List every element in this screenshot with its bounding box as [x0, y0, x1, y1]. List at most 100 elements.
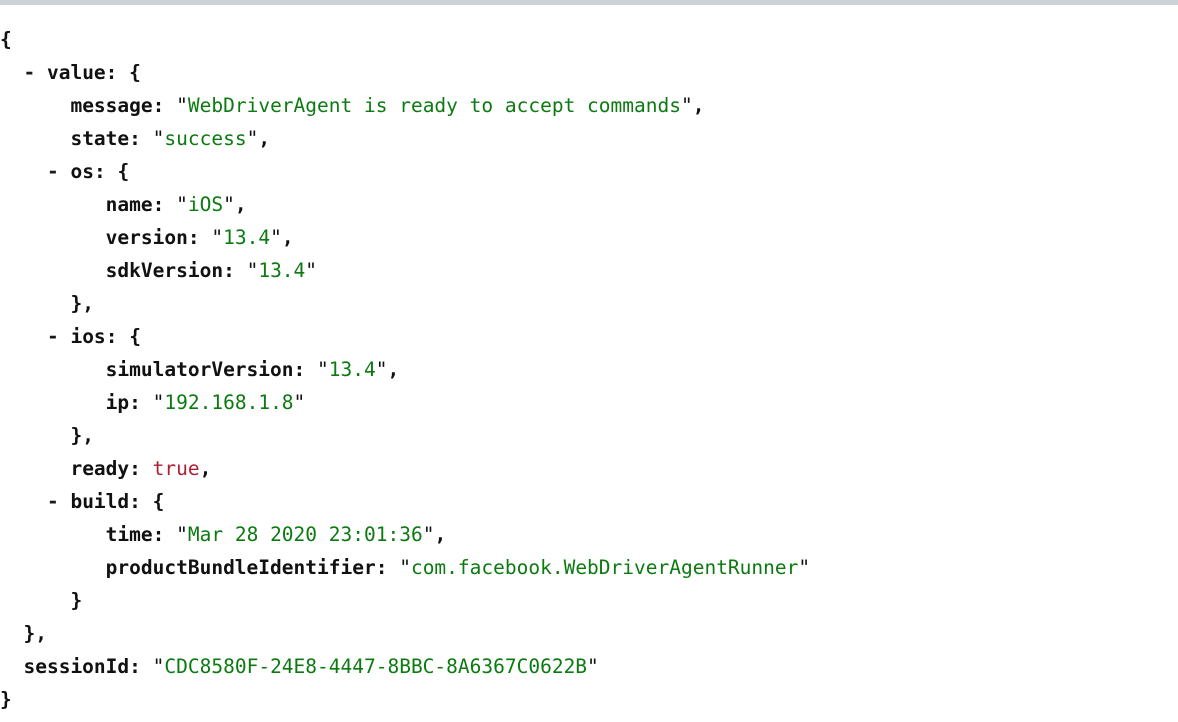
- json-brace-close: },: [70, 292, 94, 315]
- json-colon: :: [129, 391, 141, 414]
- json-response-viewer: { - value: { message: "WebDriverAgent is…: [0, 5, 1178, 716]
- json-line: },: [0, 617, 1178, 650]
- json-string-value: success: [164, 127, 247, 150]
- json-line: simulatorVersion: "13.4",: [0, 353, 1178, 386]
- json-colon: :: [223, 259, 235, 282]
- json-colon: :: [187, 226, 200, 249]
- string-quote-close: ": [305, 259, 318, 282]
- json-line: ip: "192.168.1.8": [0, 386, 1178, 419]
- json-colon: :: [129, 457, 141, 480]
- json-comma: ,: [258, 127, 271, 150]
- json-string-value: iOS: [187, 193, 224, 216]
- json-line: sdkVersion: "13.4": [0, 254, 1178, 287]
- string-quote-close: ": [422, 523, 435, 546]
- json-line: },: [0, 287, 1178, 320]
- json-string-value: WebDriverAgent is ready to accept comman…: [187, 94, 681, 117]
- json-key: simulatorVersion: [105, 358, 294, 381]
- json-brace-close: },: [23, 622, 47, 645]
- json-colon: :: [152, 523, 165, 546]
- json-line: productBundleIdentifier: "com.facebook.W…: [0, 551, 1178, 584]
- string-quote-close: ": [270, 226, 282, 249]
- string-quote-close: ": [798, 556, 811, 579]
- json-string-value: 13.4: [258, 259, 306, 282]
- json-string-value: com.facebook.WebDriverAgentRunner: [410, 556, 799, 579]
- json-colon: :: [129, 490, 141, 513]
- json-colon: :: [105, 325, 118, 348]
- string-quote-open: ": [152, 391, 165, 414]
- json-brace-open: {: [129, 325, 141, 348]
- tree-collapse-toggle[interactable]: -: [23, 56, 35, 89]
- json-comma: ,: [434, 523, 447, 546]
- json-line: version: "13.4",: [0, 221, 1178, 254]
- string-quote-open: ": [176, 193, 188, 216]
- string-quote-open: ": [399, 556, 411, 579]
- json-string-value: 13.4: [328, 358, 376, 381]
- json-comma: ,: [387, 358, 400, 381]
- json-colon: :: [129, 127, 141, 150]
- json-colon: :: [152, 193, 165, 216]
- json-boolean-value: true: [152, 457, 200, 480]
- json-comma: ,: [692, 94, 705, 117]
- json-line: {: [0, 23, 1178, 56]
- json-line: message: "WebDriverAgent is ready to acc…: [0, 89, 1178, 122]
- json-key: message: [70, 94, 153, 117]
- json-brace-open: {: [117, 160, 130, 183]
- json-colon: :: [152, 94, 165, 117]
- json-key: time: [105, 523, 153, 546]
- json-key: productBundleIdentifier: [105, 556, 376, 579]
- string-quote-open: ": [317, 358, 329, 381]
- json-colon: :: [375, 556, 388, 579]
- json-colon: :: [293, 358, 306, 381]
- json-line: }: [0, 683, 1178, 716]
- string-quote-close: ": [246, 127, 259, 150]
- json-key: name: [105, 193, 153, 216]
- string-quote-open: ": [246, 259, 259, 282]
- json-line: name: "iOS",: [0, 188, 1178, 221]
- string-quote-open: ": [176, 94, 188, 117]
- json-key: value: [46, 61, 106, 84]
- json-string-value: Mar 28 2020 23:01:36: [187, 523, 423, 546]
- json-line: state: "success",: [0, 122, 1178, 155]
- json-brace-open: {: [129, 61, 141, 84]
- json-line: }: [0, 584, 1178, 617]
- json-line: - os: {: [0, 155, 1178, 188]
- json-brace-open: {: [152, 490, 165, 513]
- string-quote-close: ": [587, 655, 599, 678]
- json-key: build: [70, 490, 130, 513]
- json-key: state: [70, 127, 130, 150]
- tree-collapse-toggle[interactable]: -: [47, 485, 59, 518]
- json-line: - value: {: [0, 56, 1178, 89]
- json-comma: ,: [281, 226, 294, 249]
- tree-collapse-toggle[interactable]: -: [47, 320, 59, 353]
- string-quote-close: ": [680, 94, 693, 117]
- json-string-value: CDC8580F-24E8-4447-8BBC-8A6367C0622B: [164, 655, 588, 678]
- string-quote-close: ": [223, 193, 235, 216]
- tree-collapse-toggle[interactable]: -: [47, 155, 59, 188]
